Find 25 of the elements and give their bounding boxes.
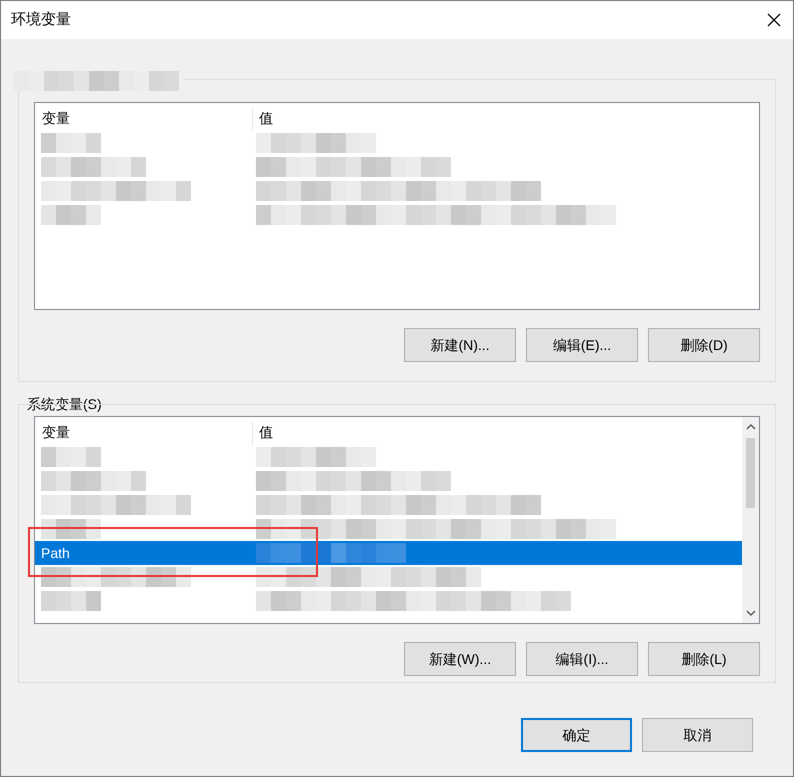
dialog-button[interactable]: 删除(D) [648,328,760,362]
dialog-button[interactable]: 编辑(E)... [526,328,638,362]
pixelated-redaction-drawing [41,447,101,467]
dialog-button[interactable]: 编辑(I)... [526,642,638,676]
column-header[interactable]: 变量 [35,422,253,445]
scroll-thumb[interactable] [746,438,755,508]
dialog-button[interactable]: 删除(L) [648,642,760,676]
variable-name: Path [41,544,70,562]
window-title: 环境变量 [11,10,71,30]
dialog-button[interactable]: 取消 [642,718,753,752]
dialog-button[interactable]: 确定 [521,718,632,752]
column-header[interactable]: 变量 [35,108,253,131]
pixelated-redaction-drawing [41,133,101,153]
scroll-down-icon[interactable] [746,610,756,617]
scroll-up-icon[interactable] [746,423,756,430]
close-icon[interactable] [767,13,781,27]
pixelated-redaction-drawing [41,205,101,225]
column-header[interactable]: 值 [253,422,273,445]
column-header[interactable]: 值 [253,108,273,131]
dialog-button[interactable]: 新建(N)... [404,328,516,362]
pixelated-redaction-drawing [41,519,101,539]
pixelated-redaction-drawing [41,591,101,611]
variable-row[interactable]: Path [35,541,742,565]
scrollbar[interactable] [742,417,759,623]
dialog-button[interactable]: 新建(W)... [404,642,516,676]
